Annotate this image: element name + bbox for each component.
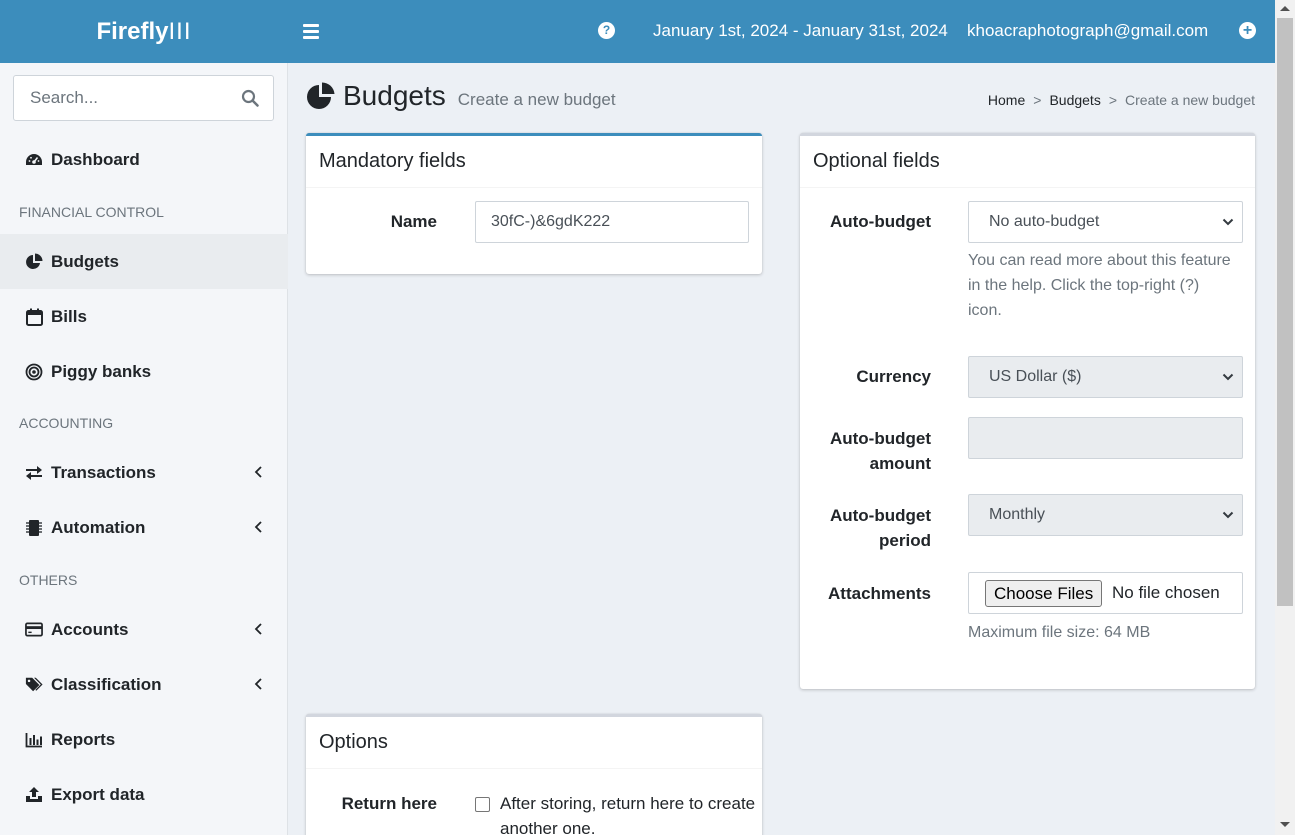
nav-header-accounting: ACCOUNTING <box>19 415 114 431</box>
sidebar-item-label: Reports <box>51 729 116 749</box>
sidebar-item-dashboard[interactable]: Dashboard <box>0 132 288 187</box>
chevron-down-icon <box>1222 373 1234 381</box>
sidebar-item-piggy-banks[interactable]: Piggy banks <box>0 344 288 399</box>
top-navbar: Firefly III ? January 1st, 2024 - January… <box>0 0 1275 63</box>
exchange-icon <box>25 464 43 482</box>
chevron-down-icon <box>1222 511 1234 519</box>
breadcrumb-home[interactable]: Home <box>988 92 1025 108</box>
sidebar-item-classification[interactable]: Classification <box>0 657 288 712</box>
sidebar-item-budgets[interactable]: Budgets <box>0 234 288 289</box>
chevron-left-icon[interactable] <box>253 677 265 691</box>
help-icon[interactable]: ? <box>598 22 615 39</box>
period-selected-value: Monthly <box>989 506 1046 523</box>
sidebar: Dashboard FINANCIAL CONTROL Budgets Bill… <box>0 63 288 835</box>
search-input[interactable] <box>14 76 224 120</box>
sidebar-item-export-data[interactable]: Export data <box>0 767 288 822</box>
sidebar-item-label: Export data <box>51 784 145 804</box>
auto-budget-amount-input[interactable] <box>968 417 1243 459</box>
auto-budget-period-select[interactable]: Monthly <box>968 494 1243 536</box>
breadcrumb: Home > Budgets > Create a new budget <box>988 92 1255 108</box>
attachments-file-input: Choose Files No file chosen <box>968 572 1243 614</box>
calendar-icon <box>25 308 43 326</box>
sidebar-item-automation[interactable]: Automation <box>0 500 288 555</box>
auto-budget-selected-value: No auto-budget <box>989 213 1100 230</box>
sidebar-toggle-icon[interactable] <box>303 20 325 42</box>
card-title: Options <box>306 717 762 769</box>
breadcrumb-separator: > <box>1033 92 1042 108</box>
card-title: Optional fields <box>800 136 1255 188</box>
sidebar-item-label: Automation <box>51 517 146 537</box>
currency-label: Currency <box>856 367 931 386</box>
breadcrumb-current: Create a new budget <box>1125 92 1255 108</box>
auto-budget-amount-label: Auto-budget amount <box>829 429 931 473</box>
user-menu[interactable]: khoacraphotograph@gmail.com <box>967 21 1208 41</box>
microchip-icon <box>25 519 43 537</box>
sidebar-item-label: Classification <box>51 674 162 694</box>
sidebar-item-reports[interactable]: Reports <box>0 712 288 767</box>
sidebar-item-label: Transactions <box>51 462 156 482</box>
sidebar-item-label: Dashboard <box>51 149 140 169</box>
scroll-up-arrow[interactable] <box>1280 6 1290 11</box>
optional-fields-card: Optional fields Auto-budget No auto-budg… <box>800 133 1255 689</box>
pie-chart-icon <box>307 82 335 109</box>
return-here-text[interactable]: After storing, return here to create ano… <box>500 791 755 835</box>
chevron-left-icon[interactable] <box>253 520 265 534</box>
file-size-help: Maximum file size: 64 MB <box>968 624 1151 641</box>
scroll-thumb[interactable] <box>1277 18 1293 606</box>
logo-thin-text: III <box>168 17 192 45</box>
logo-bold-text: Firefly <box>96 17 169 45</box>
currency-select[interactable]: US Dollar ($) <box>968 356 1243 398</box>
dashboard-icon <box>25 151 43 169</box>
card-title: Mandatory fields <box>306 136 762 188</box>
sidebar-item-accounts[interactable]: Accounts <box>0 602 288 657</box>
return-here-checkbox[interactable] <box>475 797 490 812</box>
page-header: Budgets Create a new budget <box>306 80 616 112</box>
page-scrollbar[interactable] <box>1275 0 1295 835</box>
choose-files-button[interactable]: Choose Files <box>985 580 1103 607</box>
breadcrumb-budgets[interactable]: Budgets <box>1049 92 1100 108</box>
chevron-left-icon[interactable] <box>253 622 265 636</box>
attachments-label: Attachments <box>828 584 931 603</box>
date-range-picker[interactable]: January 1st, 2024 - January 31st, 2024 <box>653 21 948 41</box>
auto-budget-select[interactable]: No auto-budget <box>968 201 1243 243</box>
auto-budget-period-label: Auto-budget period <box>829 506 931 550</box>
breadcrumb-separator: > <box>1108 92 1118 108</box>
nav-header-financial-control: FINANCIAL CONTROL <box>19 204 164 220</box>
chevron-down-icon <box>1222 218 1234 226</box>
sidebar-item-label: Bills <box>51 306 87 326</box>
file-status-text: No file chosen <box>1112 583 1220 602</box>
chevron-left-icon[interactable] <box>253 465 265 479</box>
tags-icon <box>25 676 43 694</box>
sidebar-item-label: Piggy banks <box>51 361 152 381</box>
name-input[interactable]: 30fC-)&6gdK222 <box>475 201 749 243</box>
scroll-down-arrow[interactable] <box>1280 822 1290 827</box>
sidebar-item-transactions[interactable]: Transactions <box>0 445 288 500</box>
bar-chart-icon <box>25 731 43 749</box>
sidebar-item-label: Budgets <box>51 251 119 271</box>
search-icon[interactable] <box>241 89 259 107</box>
app-logo[interactable]: Firefly III <box>0 0 288 63</box>
name-label: Name <box>390 212 437 231</box>
upload-icon <box>25 786 43 804</box>
nav-header-others: OTHERS <box>19 572 78 588</box>
auto-budget-label: Auto-budget <box>829 212 931 231</box>
bullseye-icon <box>25 363 43 381</box>
options-card: Options Return here After storing, retur… <box>306 714 762 835</box>
currency-selected-value: US Dollar ($) <box>989 368 1082 385</box>
mandatory-fields-card: Mandatory fields Name 30fC-)&6gdK222 <box>306 133 762 274</box>
create-new-icon[interactable]: + <box>1239 22 1256 39</box>
credit-card-icon <box>25 621 43 639</box>
return-here-label: Return here <box>341 794 437 813</box>
pie-chart-icon <box>25 253 43 271</box>
auto-budget-help: You can read more about this feature in … <box>968 252 1231 319</box>
page-title: Budgets <box>343 80 446 111</box>
sidebar-search <box>13 75 274 121</box>
sidebar-item-bills[interactable]: Bills <box>0 289 288 344</box>
sidebar-item-label: Accounts <box>51 619 129 639</box>
page-subtitle: Create a new budget <box>457 90 616 109</box>
